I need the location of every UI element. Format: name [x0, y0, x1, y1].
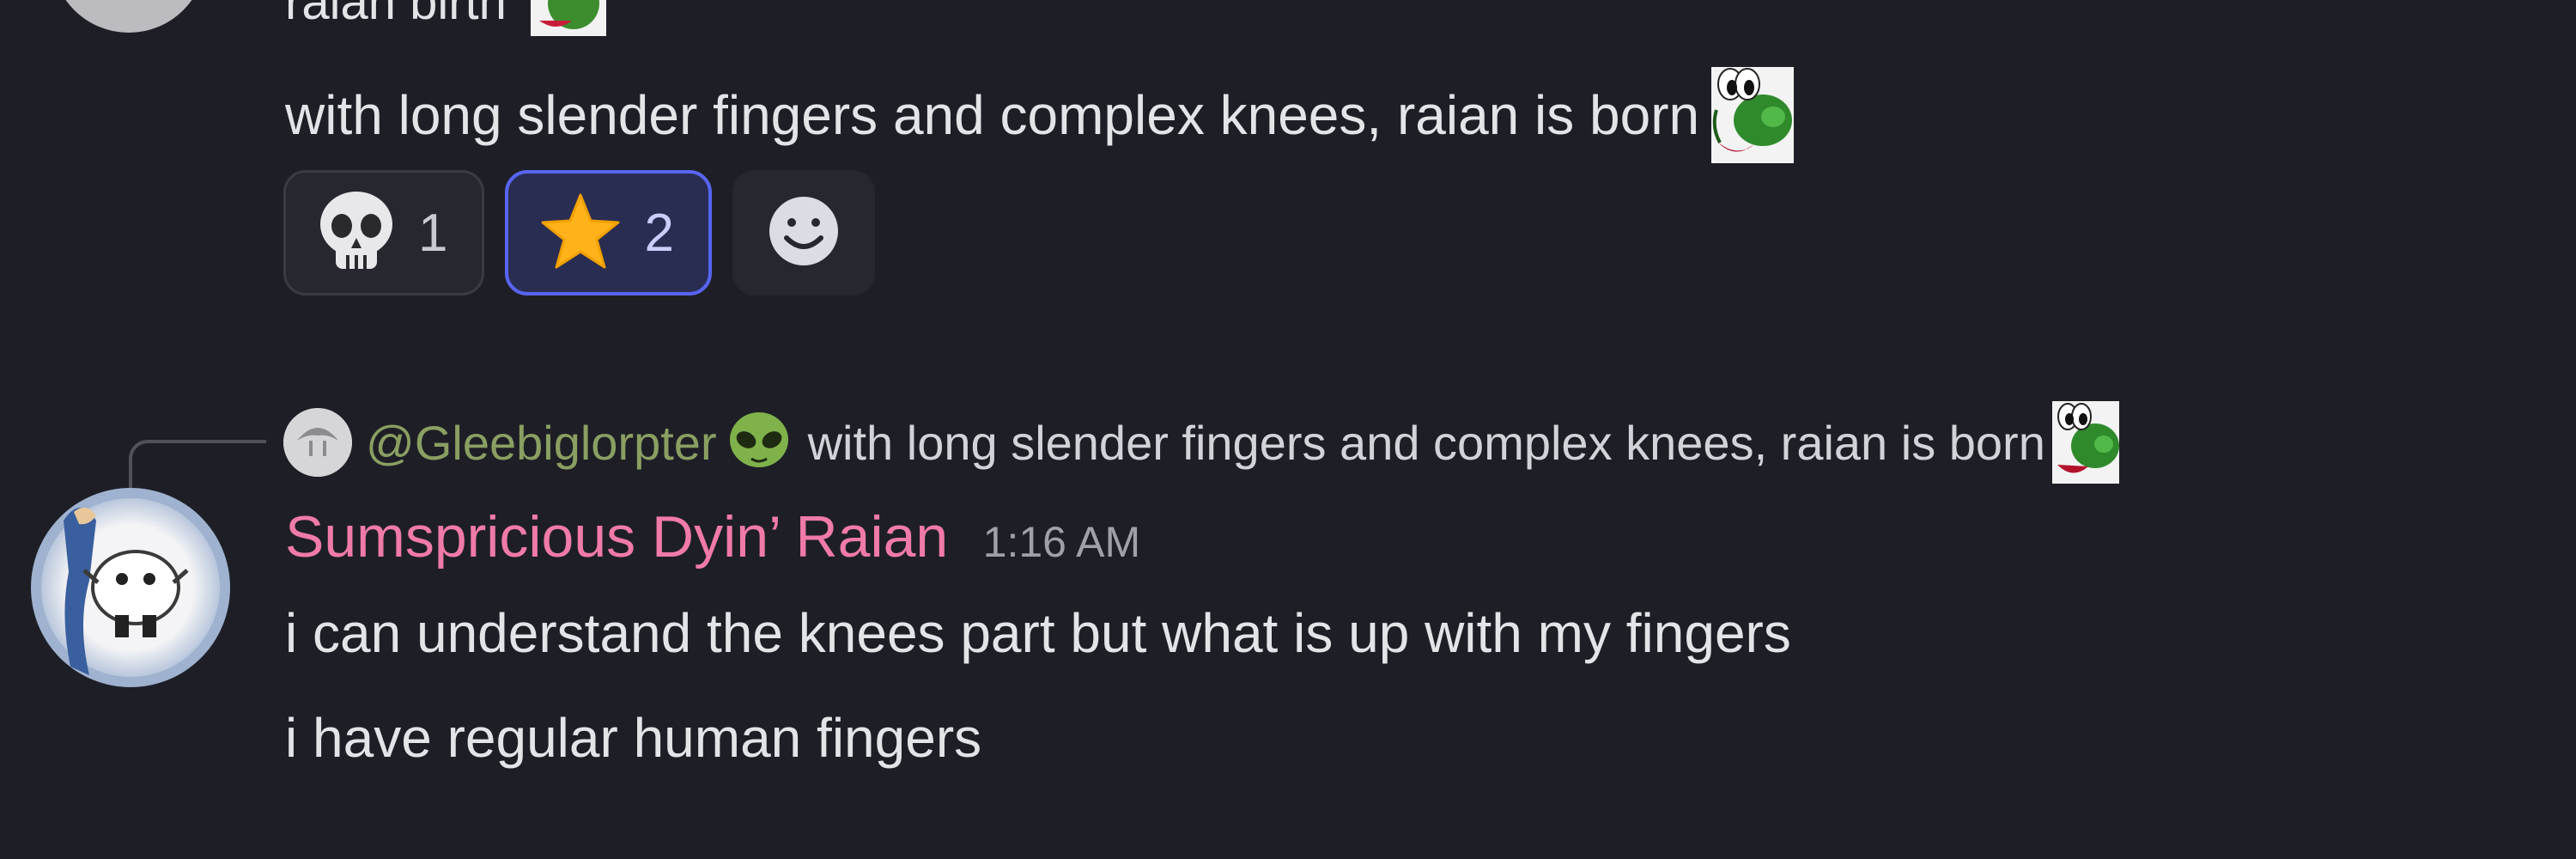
reply-username[interactable]: @Gleebiglorpter [366, 415, 717, 471]
alien-icon [727, 411, 791, 474]
username[interactable]: Sumspricious Dyin’ Raian [285, 504, 948, 570]
reaction-count: 1 [418, 203, 448, 263]
yoshi-icon [1711, 67, 1795, 163]
message-text: raian birth [285, 0, 607, 36]
message-text: i have regular human fingers [285, 707, 982, 769]
avatar[interactable] [52, 0, 206, 33]
yoshi-icon [531, 0, 607, 36]
add-reaction-button[interactable] [732, 170, 875, 295]
chat-view: raian birth with long slender fingers an… [0, 0, 2576, 859]
message-text: i can understand the knees part but what… [285, 602, 1791, 664]
reaction-bar: 1 2 [283, 170, 875, 295]
yoshi-icon [2051, 401, 2119, 484]
reaction-count: 2 [644, 203, 674, 263]
reply-preview-text: with long slender fingers and complex kn… [807, 415, 2045, 470]
message-header: Sumspricious Dyin’ Raian 1:16 AM [285, 503, 1140, 570]
skull-icon [317, 190, 396, 277]
smiley-icon [768, 195, 840, 271]
reply-reference[interactable]: @Gleebiglorpter with long slender finger… [283, 401, 2119, 484]
avatar[interactable] [29, 486, 232, 689]
timestamp[interactable]: 1:16 AM [983, 518, 1140, 566]
message-text: with long slender fingers and complex kn… [285, 67, 1795, 163]
reaction-star[interactable]: 2 [505, 170, 712, 295]
reaction-skull[interactable]: 1 [283, 170, 485, 295]
reply-avatar [283, 408, 352, 477]
reply-connector [129, 440, 266, 488]
star-icon [539, 192, 622, 275]
